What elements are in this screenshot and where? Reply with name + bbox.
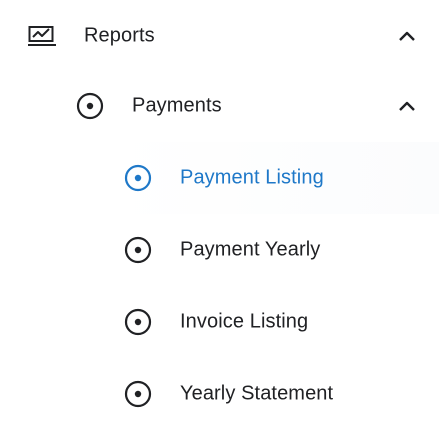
payment-listing-label: Payment Listing	[180, 166, 324, 189]
chevron-up-icon[interactable]	[397, 96, 417, 116]
radio-dot-icon	[124, 236, 152, 264]
radio-dot-icon	[124, 308, 152, 336]
menu-item-invoice-listing[interactable]: Invoice Listing	[112, 286, 439, 358]
menu-item-reports[interactable]: Reports	[0, 0, 439, 72]
menu-item-yearly-statement[interactable]: Yearly Statement	[112, 358, 439, 430]
radio-dot-icon	[76, 92, 104, 120]
radio-dot-icon	[124, 380, 152, 408]
invoice-listing-label: Invoice Listing	[180, 310, 309, 333]
reports-label: Reports	[84, 24, 155, 47]
menu-item-payments[interactable]: Payments	[0, 70, 439, 142]
chevron-up-icon[interactable]	[397, 26, 417, 46]
payment-yearly-label: Payment Yearly	[180, 238, 321, 261]
yearly-statement-label: Yearly Statement	[180, 382, 334, 405]
menu-item-payment-yearly[interactable]: Payment Yearly	[112, 214, 439, 286]
menu-item-payment-listing[interactable]: Payment Listing	[112, 142, 439, 214]
radio-dot-icon	[124, 164, 152, 192]
report-chart-icon	[28, 26, 56, 46]
reports-nav-menu: Reports Payments Payment Listing Payment…	[0, 0, 439, 418]
payments-label: Payments	[132, 94, 222, 117]
